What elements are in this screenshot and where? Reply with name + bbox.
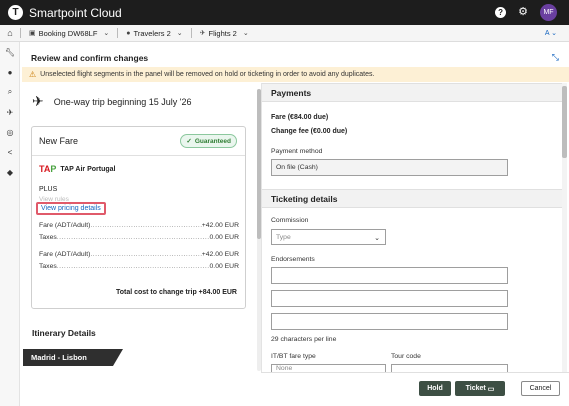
home-icon[interactable]: ⌂ bbox=[0, 28, 20, 38]
person-icon[interactable]: ● bbox=[0, 62, 20, 82]
fare-card: New Fare ✓ Guaranteed TA P TAP Air Portug… bbox=[31, 126, 246, 309]
commission-label: Commission bbox=[271, 217, 309, 224]
endorsements-line-1[interactable] bbox=[271, 267, 508, 284]
booking-menu[interactable]: ▣ Booking DW68LF ⌄ bbox=[21, 25, 117, 42]
tour-code-label: Tour code bbox=[391, 353, 421, 360]
chevron-down-icon: ⌄ bbox=[176, 30, 183, 37]
chevron-down-icon: ⌄ bbox=[374, 235, 380, 242]
fare-line: Fare (ADT/Adult) .......................… bbox=[39, 222, 239, 229]
travelers-menu[interactable]: ● Travelers 2 ⌄ bbox=[118, 25, 190, 42]
tour-code-input[interactable] bbox=[391, 364, 508, 372]
warning-text: Unselected flight segments in the panel … bbox=[40, 71, 375, 78]
page-title: Review and confirm changes bbox=[31, 53, 149, 63]
ticket-icon: ▭ bbox=[487, 385, 495, 393]
app-logo: T bbox=[8, 5, 23, 20]
plane-icon: ✈ bbox=[199, 30, 206, 37]
app-header: T Smartpoint Cloud ? ⚙ MF bbox=[0, 0, 569, 25]
flights-label: Flights 2 bbox=[208, 28, 237, 38]
tag-icon[interactable]: ◆ bbox=[0, 162, 20, 182]
payments-heading: Payments bbox=[262, 83, 562, 102]
avatar[interactable]: MF bbox=[540, 4, 557, 21]
left-rail: 🔧︎ ● ⌕ ✈ ◎ < ◆ bbox=[0, 42, 20, 406]
ticket-button[interactable]: Ticket ▭ bbox=[455, 381, 505, 396]
collapse-icon[interactable]: ⤡ bbox=[552, 52, 559, 63]
fare-brand: PLUS bbox=[39, 186, 58, 193]
cancel-button[interactable]: Cancel bbox=[521, 381, 560, 396]
booking-label: Booking DW68LF bbox=[38, 28, 98, 38]
wrench-icon[interactable]: 🔧︎ bbox=[0, 42, 20, 62]
hold-button[interactable]: Hold bbox=[419, 381, 451, 396]
warning-icon: ⚠ bbox=[29, 70, 37, 79]
plane-icon: ✈ bbox=[32, 93, 44, 109]
status-badge: ✓ Guaranteed bbox=[180, 134, 237, 148]
payment-method-label: Payment method bbox=[271, 148, 323, 155]
search-detail-icon[interactable]: ◎ bbox=[0, 122, 20, 142]
ticketing-heading: Ticketing details bbox=[262, 189, 562, 208]
endorsements-line-2[interactable] bbox=[271, 290, 508, 307]
airline-name: TAP Air Portugal bbox=[60, 165, 116, 173]
payment-ticketing-panel: Payments Fare (€84.00 due) Change fee (€… bbox=[261, 83, 569, 372]
person-icon: ● bbox=[126, 29, 131, 37]
help-icon[interactable]: ? bbox=[495, 7, 507, 18]
total-cost: Total cost to change trip +84.00 EUR bbox=[115, 289, 237, 296]
it-bt-fare-type-select[interactable]: None bbox=[271, 364, 386, 372]
fare-card-title: New Fare bbox=[39, 136, 79, 146]
app-title: Smartpoint Cloud bbox=[29, 5, 122, 20]
travelers-label: Travelers 2 bbox=[133, 28, 171, 38]
plane-icon[interactable]: ✈ bbox=[0, 102, 20, 122]
airline-logo: TA P bbox=[39, 164, 57, 174]
trip-summary: One-way trip beginning 15 July '26 bbox=[53, 96, 192, 107]
payment-method-field: On file (Cash) bbox=[271, 159, 508, 176]
check-circle-icon: ✓ bbox=[186, 138, 192, 145]
chevron-down-icon: ⌄ bbox=[103, 30, 110, 37]
action-footer: Hold Ticket ▭ Cancel bbox=[261, 372, 569, 406]
warning-banner: ⚠ Unselected flight segments in the pane… bbox=[22, 67, 569, 82]
chevron-down-icon: ⌄ bbox=[242, 30, 249, 37]
fare-due: Fare (€84.00 due) bbox=[271, 114, 329, 121]
fare-line: Taxes ..................................… bbox=[39, 263, 239, 270]
search-icon[interactable]: ⌕ bbox=[0, 82, 20, 102]
share-icon[interactable]: < bbox=[0, 142, 20, 162]
fare-summary-panel: ✈ One-way trip beginning 15 July '26 New… bbox=[22, 83, 262, 406]
language-selector[interactable]: A ⌄ bbox=[545, 29, 557, 37]
endorsements-label: Endorsements bbox=[271, 256, 315, 263]
view-pricing-details-link[interactable]: View pricing details bbox=[36, 202, 106, 215]
flights-menu[interactable]: ✈ Flights 2 ⌄ bbox=[192, 25, 257, 42]
fare-line: Taxes ..................................… bbox=[39, 234, 239, 241]
gear-icon[interactable]: ⚙ bbox=[518, 4, 528, 21]
briefcase-icon: ▣ bbox=[29, 30, 36, 37]
endorsements-line-3[interactable] bbox=[271, 313, 508, 330]
characters-hint: 29 characters per line bbox=[271, 336, 337, 343]
route-ribbon: Madrid - Lisbon bbox=[23, 349, 123, 366]
right-scrollbar[interactable] bbox=[562, 83, 567, 372]
itinerary-title: Itinerary Details bbox=[32, 328, 96, 338]
context-nav: ⌂ ▣ Booking DW68LF ⌄ ● Travelers 2 ⌄ ✈ F… bbox=[0, 25, 569, 42]
it-bt-fare-type-label: IT/BT fare type bbox=[271, 353, 316, 360]
fare-line: Fare (ADT/Adult) .......................… bbox=[39, 251, 239, 258]
commission-select[interactable]: Type ⌄ bbox=[271, 229, 386, 245]
change-fee: Change fee (€0.00 due) bbox=[271, 128, 348, 135]
